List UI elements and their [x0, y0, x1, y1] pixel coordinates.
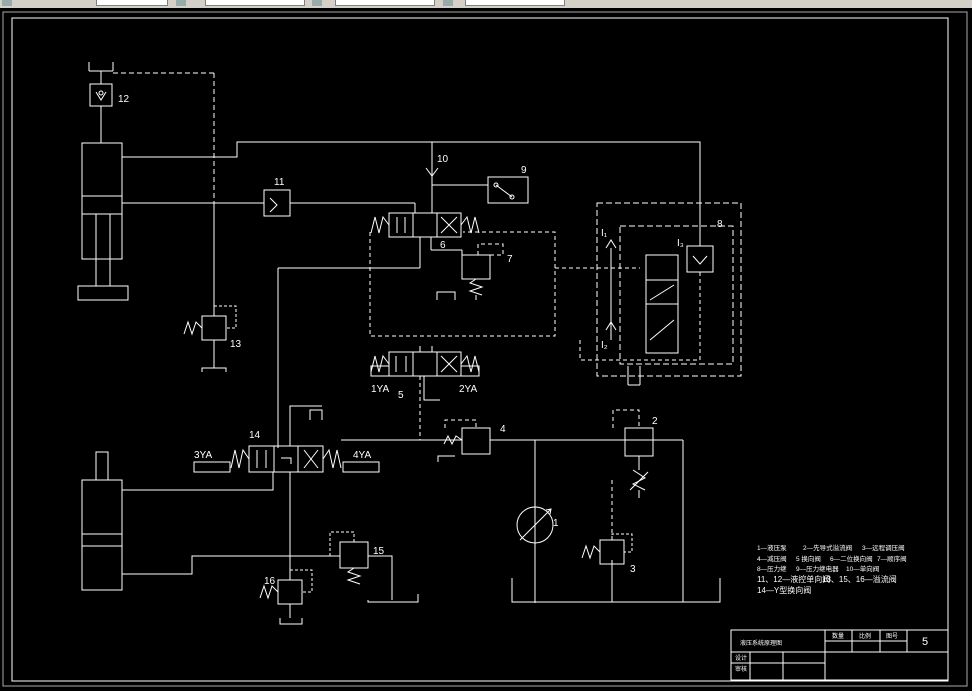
- label-10: 10: [437, 154, 449, 165]
- tank: [511, 578, 721, 603]
- label-15: 15: [373, 546, 385, 557]
- label-12: 12: [118, 94, 130, 105]
- label-i2: I₂: [601, 340, 608, 351]
- label-8: 8: [717, 219, 723, 230]
- pressure-switch-9: [487, 176, 529, 204]
- label-1: 1: [553, 518, 559, 529]
- title-block-sheet: 5: [922, 636, 928, 648]
- label-3ya: 3YA: [194, 450, 212, 461]
- label-6: 6: [440, 240, 446, 251]
- label-14: 14: [249, 430, 261, 441]
- svg-text:14—Y型换向阀: 14—Y型换向阀: [757, 585, 811, 595]
- label-4ya: 4YA: [353, 450, 371, 461]
- relief-valve-2: [624, 427, 684, 602]
- svg-text:7—顺序阀: 7—顺序阀: [877, 554, 907, 563]
- relief-valve-15: [290, 541, 419, 603]
- svg-text:6—二位换向阀: 6—二位换向阀: [830, 554, 873, 563]
- hydraulic-schematic[interactable]: 12 11 10 9 8 6 7 13 1YA 5 2YA 4 2 14 3YA…: [0, 8, 972, 691]
- label-3: 3: [630, 564, 636, 575]
- check-valve-12: [95, 90, 107, 101]
- svg-text:11、12—液控单向阀: 11、12—液控单向阀: [757, 574, 830, 584]
- svg-text:2—先导式溢流阀: 2—先导式溢流阀: [803, 543, 852, 552]
- check-valve-11: [263, 189, 291, 217]
- label-1ya: 1YA: [371, 384, 389, 395]
- label-7: 7: [507, 254, 513, 265]
- label-5: 5: [398, 390, 404, 401]
- label-9: 9: [521, 165, 527, 176]
- title-block-col1: 数量: [832, 632, 844, 640]
- reducing-valve-4: [437, 427, 491, 462]
- toolbar: [0, 0, 972, 8]
- image-icon[interactable]: [443, 0, 453, 6]
- label-i3: I₃: [677, 238, 684, 249]
- legend: 1—液压泵 2—先导式溢流阀 3—远程调压阀 4—减压阀 5 换向阀 6—二位换…: [757, 543, 907, 595]
- svg-text:8—压力继: 8—压力继: [757, 564, 787, 573]
- svg-text:10—单向阀: 10—单向阀: [846, 564, 879, 573]
- toolbar-field-1[interactable]: [96, 0, 168, 6]
- cylinder-bottom: [81, 451, 123, 591]
- line-top: [122, 141, 701, 246]
- svg-text:3—远程调压阀: 3—远程调压阀: [862, 543, 905, 552]
- svg-text:5 换向阀: 5 换向阀: [796, 554, 821, 563]
- valve-14: [193, 445, 380, 473]
- svg-text:1—液压泵: 1—液压泵: [757, 543, 787, 552]
- svg-text:9—压力继电器: 9—压力继电器: [796, 564, 839, 573]
- title-block-col2: 比例: [859, 632, 871, 640]
- label-11: 11: [274, 177, 285, 188]
- label-13: 13: [230, 339, 242, 350]
- toolbar-field-2[interactable]: [205, 0, 305, 6]
- title-block-title: 液压系统原理图: [740, 639, 782, 647]
- label-i1: I₁: [601, 228, 608, 239]
- remote-valve-3: [581, 533, 633, 565]
- toolbar-field-4[interactable]: [465, 0, 565, 6]
- label-2: 2: [652, 416, 658, 427]
- sequence-valve-7: [431, 249, 491, 300]
- title-block-col3: 图号: [886, 633, 898, 640]
- svg-text:13、15、16—溢流阀: 13、15、16—溢流阀: [822, 574, 897, 584]
- label-4: 4: [500, 424, 506, 435]
- folder-icon[interactable]: [176, 0, 186, 6]
- toolbar-field-3[interactable]: [335, 0, 435, 6]
- relief-valve-13: [183, 305, 237, 372]
- sheet-border-outer: [2, 11, 968, 687]
- relay-internals: [605, 239, 714, 386]
- valve-6: [370, 212, 480, 268]
- arrow-icon[interactable]: [2, 0, 12, 6]
- title-block-check: 审核: [735, 665, 747, 673]
- layer-icon[interactable]: [312, 0, 322, 6]
- label-2ya: 2YA: [459, 384, 477, 395]
- title-block-design: 设计: [735, 654, 747, 662]
- svg-text:4—减压阀: 4—减压阀: [757, 554, 787, 563]
- label-16: 16: [264, 576, 276, 587]
